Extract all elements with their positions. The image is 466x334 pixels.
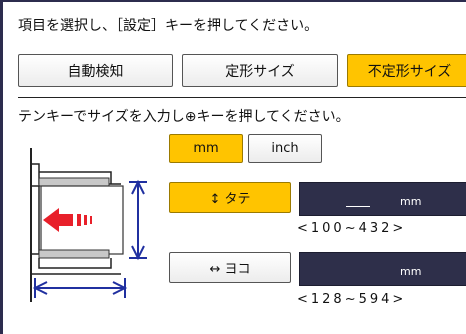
vertical-range-text: <100~432> — [297, 221, 407, 236]
vertical-size-button[interactable]: ↕ タテ — [169, 182, 291, 213]
instruction-text: 項目を選択し、［設定］キーを押してください。 — [18, 18, 319, 34]
vertical-input-cursor — [346, 194, 370, 207]
divider — [18, 97, 466, 98]
vertical-unit-label: mm — [400, 195, 422, 208]
tab-standard-size[interactable]: 定形サイズ — [182, 54, 338, 87]
unit-mm-button[interactable]: mm — [169, 134, 243, 163]
horizontal-size-button[interactable]: ↔ ヨコ — [169, 252, 291, 283]
keypad-instruction-text: テンキーでサイズを入力し⊕キーを押してください。 — [18, 109, 350, 125]
horizontal-range-text: <128~594> — [297, 292, 407, 307]
horizontal-size-field[interactable]: mm — [299, 252, 466, 286]
paper-tray-illustration — [30, 148, 147, 302]
tab-auto-detect[interactable]: 自動検知 — [18, 54, 173, 87]
vertical-size-field[interactable]: mm — [299, 182, 466, 216]
tab-custom-size[interactable]: 不定形サイズ — [347, 54, 466, 87]
horizontal-unit-label: mm — [400, 265, 422, 278]
dialog-panel: 項目を選択し、［設定］キーを押してください。 自動検知 定形サイズ 不定形サイズ… — [0, 0, 466, 334]
unit-inch-button[interactable]: inch — [248, 134, 322, 163]
